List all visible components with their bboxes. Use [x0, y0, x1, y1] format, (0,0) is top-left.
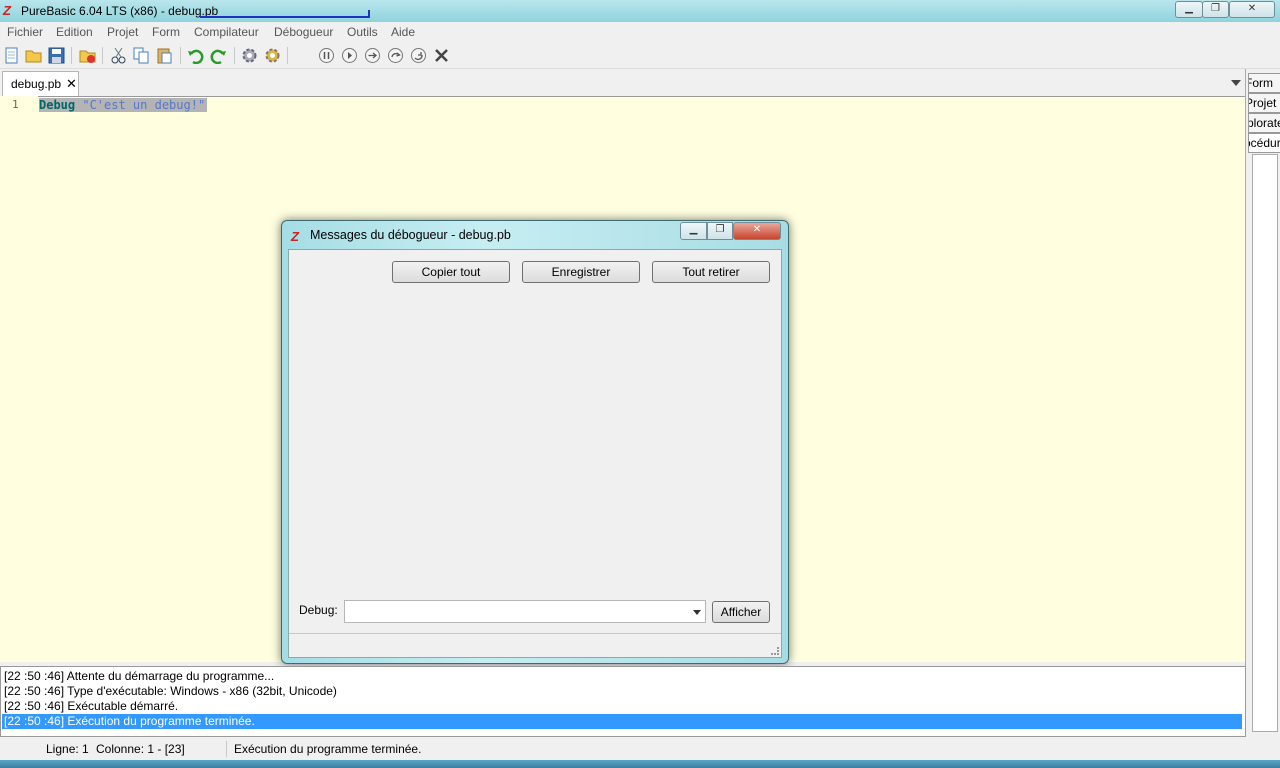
copy-icon[interactable] [133, 47, 150, 64]
restore-button[interactable]: ❐ [1202, 1, 1229, 18]
log-line: [22 :50 :46] Exécutable démarré. [4, 699, 179, 713]
menu-projet[interactable]: Projet [107, 24, 138, 40]
menu-compilateur[interactable]: Compilateur [194, 24, 259, 40]
status-bar: Ligne: 1 Colonne: 1 - [23] Exécution du … [0, 738, 1280, 760]
taskbar [0, 760, 1280, 768]
purebasic-logo-icon: Z [3, 3, 11, 18]
tab-debug-pb[interactable]: debug.pb ✕ [2, 71, 79, 96]
continue-icon[interactable] [341, 47, 358, 64]
status-line: Ligne: 1 [46, 742, 89, 756]
step-over-icon[interactable] [387, 47, 404, 64]
window-title: PureBasic 6.04 LTS (x86) - debug.pb [21, 4, 219, 18]
line-number-gutter [0, 96, 38, 662]
resize-grip-icon[interactable] [771, 647, 779, 655]
menu-bar: Fichier Edition Projet Form Compilateur … [0, 22, 1280, 42]
status-divider [226, 741, 227, 757]
toolbar-separator [180, 47, 181, 64]
open-file-icon[interactable] [25, 47, 42, 64]
step-out-icon[interactable] [410, 47, 427, 64]
debug-output-list[interactable] [292, 290, 779, 590]
clear-all-button[interactable]: Tout retirer [652, 261, 770, 283]
compile-settings-icon[interactable] [264, 47, 281, 64]
panel-tab-explorateur[interactable]: Explorateur [1248, 113, 1280, 133]
toolbar [0, 42, 1280, 108]
annotation-scribble [200, 10, 370, 18]
close-file-icon[interactable] [79, 47, 96, 64]
status-message: Exécution du programme terminée. [234, 742, 422, 756]
toolbar-separator [234, 47, 235, 64]
pause-icon[interactable] [318, 47, 335, 64]
menu-aide[interactable]: Aide [391, 24, 415, 40]
show-button[interactable]: Afficher [712, 601, 770, 623]
status-column: Colonne: 1 - [23] [96, 742, 185, 756]
menu-edition[interactable]: Edition [56, 24, 93, 40]
save-icon[interactable] [48, 47, 65, 64]
toolbar-separator [71, 47, 72, 64]
debug-close-button[interactable]: ✕ [733, 222, 781, 240]
chevron-down-icon[interactable] [693, 610, 701, 615]
line-number: 1 [12, 98, 19, 111]
purebasic-logo-icon: Z [291, 229, 299, 244]
compile-icon[interactable] [241, 47, 258, 64]
panel-tab-form[interactable]: Form [1248, 73, 1280, 93]
close-button[interactable]: ✕ [1229, 1, 1275, 18]
file-tab-bar [0, 69, 1250, 96]
menu-fichier[interactable]: Fichier [7, 24, 43, 40]
panel-tab-projet[interactable]: Projet [1248, 93, 1280, 113]
paste-icon[interactable] [156, 47, 173, 64]
title-bar: Z PureBasic 6.04 LTS (x86) - debug.pb ▁ … [0, 0, 1280, 22]
log-line: [22 :50 :46] Attente du démarrage du pro… [4, 669, 275, 683]
debug-window-statusbar [289, 633, 781, 657]
code-keyword: Debug [39, 98, 76, 112]
kill-icon[interactable] [433, 47, 450, 64]
code-line[interactable]: Debug "C'est un debug!" [39, 98, 208, 112]
debug-label: Debug: [299, 603, 338, 617]
new-file-icon[interactable] [3, 47, 20, 64]
undo-icon[interactable] [187, 47, 204, 64]
debug-window-title: Messages du débogueur - debug.pb [310, 228, 511, 242]
tab-label: debug.pb [11, 77, 62, 91]
code-string: "C'est un debug!" [82, 98, 206, 112]
panel-list[interactable] [1252, 154, 1278, 732]
cut-icon[interactable] [110, 47, 127, 64]
redo-icon[interactable] [210, 47, 227, 64]
debug-restore-button[interactable]: ❐ [707, 222, 733, 240]
step-icon[interactable] [364, 47, 381, 64]
toolbar-separator [287, 47, 288, 64]
menu-debogueur[interactable]: Débogueur [274, 24, 333, 40]
log-line-selected: [22 :50 :46] Exécution du programme term… [2, 714, 1242, 729]
panel-tab-procedures[interactable]: Procédures [1248, 133, 1280, 153]
debug-expression-combo[interactable] [344, 600, 706, 623]
log-line: [22 :50 :46] Type d'exécutable: Windows … [4, 684, 337, 698]
debug-minimize-button[interactable]: ▁ [680, 222, 707, 240]
menu-form[interactable]: Form [152, 24, 180, 40]
tab-dropdown-icon[interactable] [1231, 80, 1241, 86]
tab-close-icon[interactable]: ✕ [66, 76, 77, 92]
toolbar-separator [102, 47, 103, 64]
menu-outils[interactable]: Outils [347, 24, 378, 40]
minimize-button[interactable]: ▁ [1175, 1, 1203, 18]
copy-all-button[interactable]: Copier tout [392, 261, 510, 283]
save-button[interactable]: Enregistrer [522, 261, 640, 283]
